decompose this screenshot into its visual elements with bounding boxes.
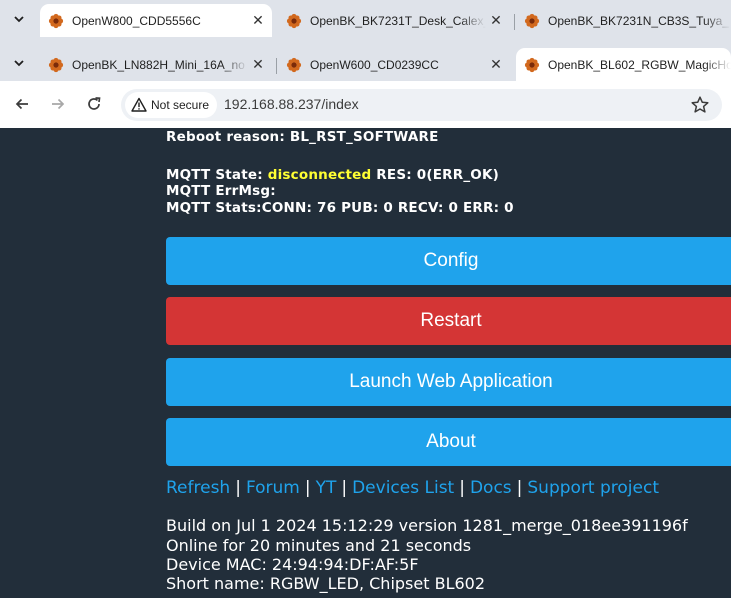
openbk-flower-icon xyxy=(48,57,64,72)
short-name-chipset: Short name: RGBW_LED, Chipset BL602 xyxy=(166,574,486,593)
link-separator: | xyxy=(341,478,348,498)
refresh-link[interactable]: Refresh xyxy=(166,478,230,498)
tab-title: OpenBK_BK7231T_Desk_Calex_ xyxy=(310,13,486,28)
chevron-down-icon xyxy=(14,16,24,23)
openbk-flower-icon xyxy=(286,57,302,72)
mqtt-errmsg: MQTT ErrMsg: xyxy=(166,183,276,199)
mqtt-res: RES: 0(ERR_OK) xyxy=(371,167,499,183)
devices-list-link[interactable]: Devices List xyxy=(352,478,454,498)
tab-divider xyxy=(514,14,515,30)
tab-title: OpenBK_LN882H_Mini_16A_no xyxy=(72,57,245,72)
mqtt-stats: MQTT Stats:CONN: 76 PUB: 0 RECV: 0 ERR: … xyxy=(166,200,514,216)
mqtt-state-value: disconnected xyxy=(267,167,372,183)
openbk-flower-icon xyxy=(524,13,540,28)
tab-title: OpenBK_BL602_RGBW_MagicHo xyxy=(548,57,731,72)
yt-link[interactable]: YT xyxy=(316,478,337,498)
omnibox[interactable]: Not secure 192.168.88.237/index xyxy=(121,89,722,121)
device-mac: Device MAC: 24:94:94:DF:AF:5F xyxy=(166,555,419,574)
support-project-link[interactable]: Support project xyxy=(527,478,659,498)
footer-links: Refresh | Forum | YT | Devices List | Docs | Suppo… xyxy=(166,478,659,498)
back-arrow-icon xyxy=(15,98,28,110)
tab-title: OpenW800_CDD5556C xyxy=(72,13,201,28)
tab-strip-row-1: OpenW800_CDD5556C ✕ OpenBK_BK7231T_Desk_… xyxy=(0,0,731,37)
about-button[interactable]: About xyxy=(166,418,731,466)
url-text[interactable]: 192.168.88.237/index xyxy=(224,96,359,112)
tab-openbk-bk7231t[interactable]: OpenBK_BK7231T_Desk_Calex_ ✕ xyxy=(278,4,510,37)
close-icon[interactable]: ✕ xyxy=(248,55,268,75)
restart-button[interactable]: Restart xyxy=(166,297,731,345)
address-bar-row: Not secure 192.168.88.237/index xyxy=(0,81,731,128)
security-label: Not secure xyxy=(151,98,210,112)
tab-search-button[interactable] xyxy=(6,50,32,76)
site-security-chip[interactable]: Not secure xyxy=(125,92,218,118)
forum-link[interactable]: Forum xyxy=(246,478,300,498)
reload-button[interactable] xyxy=(82,92,106,116)
tab-openbk-ln882h[interactable]: OpenBK_LN882H_Mini_16A_no ✕ xyxy=(40,48,272,81)
tab-openbk-bk7231n[interactable]: OpenBK_BK7231N_CB3S_Tuya_ xyxy=(516,4,731,37)
config-button[interactable]: Config xyxy=(166,237,731,285)
tab-openbk-bl602[interactable]: OpenBK_BL602_RGBW_MagicHo xyxy=(516,48,731,81)
tab-divider xyxy=(276,58,277,74)
link-separator: | xyxy=(235,478,241,498)
uptime-info: Online for 20 minutes and 21 seconds xyxy=(166,536,472,555)
tab-search-button[interactable] xyxy=(6,6,32,32)
close-icon[interactable]: ✕ xyxy=(486,11,506,31)
build-info: Build on Jul 1 2024 15:12:29 version 128… xyxy=(166,516,688,535)
tab-openw800[interactable]: OpenW800_CDD5556C ✕ xyxy=(40,4,272,37)
link-separator: | xyxy=(304,478,311,498)
browser-chrome: OpenW800_CDD5556C ✕ OpenBK_BK7231T_Desk_… xyxy=(0,0,731,128)
mqtt-state-line: MQTT State: disconnected RES: 0(ERR_OK) xyxy=(166,167,499,183)
tab-strip-row-2: OpenBK_LN882H_Mini_16A_no ✕ OpenW600_CD0… xyxy=(0,44,731,81)
openbk-flower-icon xyxy=(524,57,540,72)
link-separator: | xyxy=(459,478,465,498)
chevron-down-icon xyxy=(14,60,24,67)
close-icon[interactable]: ✕ xyxy=(486,55,506,75)
tab-title: OpenBK_BK7231N_CB3S_Tuya_ xyxy=(548,13,730,28)
warning-triangle-icon xyxy=(131,97,147,112)
reboot-reason: Reboot reason: BL_RST_SOFTWARE xyxy=(166,129,439,145)
star-icon[interactable] xyxy=(690,95,710,115)
forward-button[interactable] xyxy=(46,92,70,116)
link-separator: | xyxy=(516,478,523,498)
openbk-flower-icon xyxy=(48,13,64,28)
reload-icon xyxy=(88,97,101,110)
close-icon[interactable]: ✕ xyxy=(248,11,268,31)
tab-title: OpenW600_CD0239CC xyxy=(310,57,439,72)
docs-link[interactable]: Docs xyxy=(470,478,512,498)
page-content: Reboot reason: BL_RST_SOFTWARE MQTT Stat… xyxy=(0,128,731,598)
back-button[interactable] xyxy=(10,92,34,116)
tab-openw600[interactable]: OpenW600_CD0239CC ✕ xyxy=(278,48,510,81)
mqtt-state-label: MQTT State: xyxy=(166,167,268,183)
forward-arrow-icon xyxy=(52,98,65,110)
openbk-flower-icon xyxy=(286,13,302,28)
launch-web-application-button[interactable]: Launch Web Application xyxy=(166,358,731,406)
